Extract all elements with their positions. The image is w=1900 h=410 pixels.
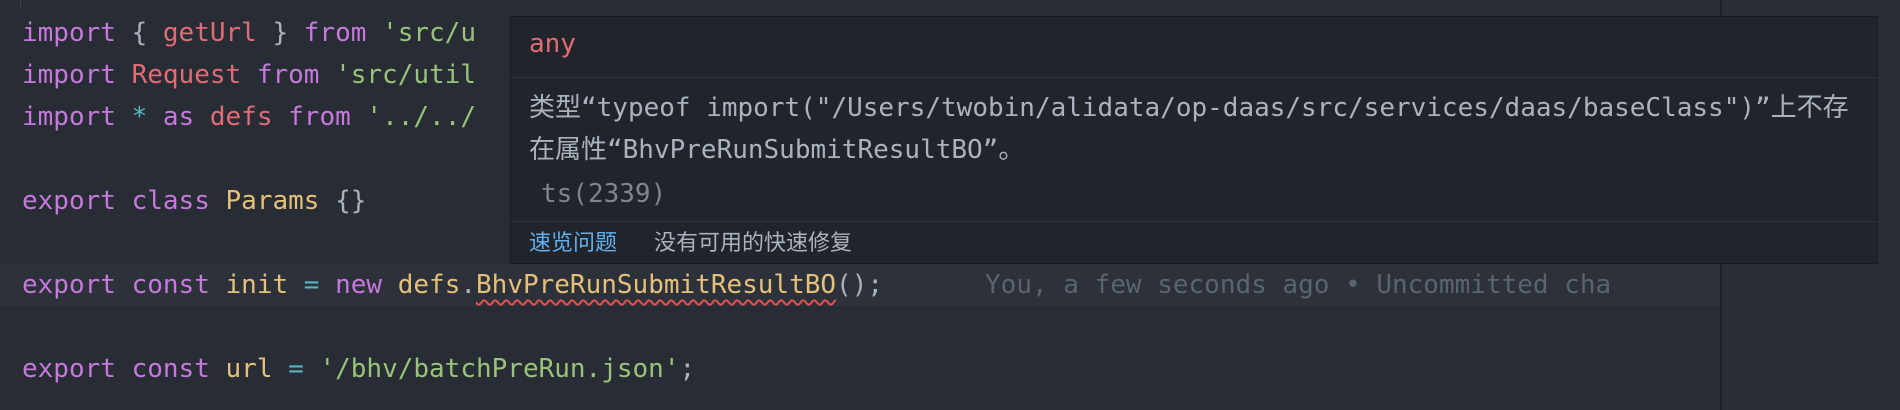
code-line[interactable]: export class Params {} — [22, 180, 366, 222]
code-token: defs — [397, 270, 461, 300]
code-token: export — [22, 270, 116, 300]
code-token: defs — [209, 102, 273, 132]
code-token: {} — [319, 186, 367, 216]
code-token: { — [115, 18, 163, 48]
code-line[interactable]: import { getUrl } from 'src/u — [22, 12, 476, 54]
hover-divider — [511, 77, 1877, 78]
code-token: init — [225, 270, 289, 300]
code-line[interactable]: export const url = '/bhv/batchPreRun.jso… — [22, 348, 695, 390]
code-token: const — [131, 354, 210, 384]
code-token: import — [22, 102, 116, 132]
code-token: export — [22, 186, 116, 216]
hover-tooltip: any 类型“typeof import("/Users/twobin/alid… — [510, 16, 1878, 264]
hover-error-message: 类型“typeof import("/Users/twobin/alidata/… — [529, 93, 1849, 165]
code-token: = — [288, 354, 304, 384]
code-token: = — [303, 270, 320, 300]
code-token: ; — [679, 354, 696, 384]
code-token: new — [335, 270, 383, 300]
code-token: 'src/util — [335, 60, 476, 90]
code-token: from — [303, 18, 367, 48]
git-blame-annotation: You, a few seconds ago • Uncommitted cha — [985, 270, 1612, 300]
hover-status-bar: 速览问题 没有可用的快速修复 — [529, 225, 852, 263]
hover-type-label: any — [529, 29, 576, 59]
code-line[interactable]: import Request from 'src/util — [22, 54, 476, 96]
code-token: class — [131, 186, 210, 216]
code-token: const — [131, 270, 210, 300]
code-token: as — [162, 102, 195, 132]
code-token: getUrl — [162, 18, 257, 48]
code-token: export — [22, 354, 116, 384]
code-token: Params — [225, 186, 320, 216]
code-token: . — [460, 270, 477, 300]
code-token: from — [256, 60, 320, 90]
indent-guide — [20, 0, 21, 8]
code-line[interactable]: import * as defs from '../../ — [22, 96, 476, 138]
code-token: (); — [836, 270, 884, 300]
no-quick-fix-label: 没有可用的快速修复 — [654, 231, 853, 256]
code-token: url — [225, 354, 273, 384]
code-token: import — [22, 60, 116, 90]
code-token: import — [22, 18, 116, 48]
code-token: } — [256, 18, 304, 48]
code-token: 'src/u — [382, 18, 476, 48]
peek-problem-link[interactable]: 速览问题 — [529, 231, 617, 256]
code-token: '../../ — [366, 102, 476, 132]
code-token: Request — [131, 60, 242, 90]
hover-error-code: ts(2339) — [541, 179, 667, 209]
code-token: * — [131, 102, 148, 132]
code-line-current[interactable]: export const init = new defs.BhvPreRunSu… — [0, 264, 1720, 306]
code-token: '/bhv/batchPreRun.json' — [319, 354, 680, 384]
error-squiggle-token: BhvPreRunSubmitResultBO — [476, 270, 837, 300]
code-token: from — [288, 102, 351, 132]
hover-divider — [511, 221, 1877, 222]
